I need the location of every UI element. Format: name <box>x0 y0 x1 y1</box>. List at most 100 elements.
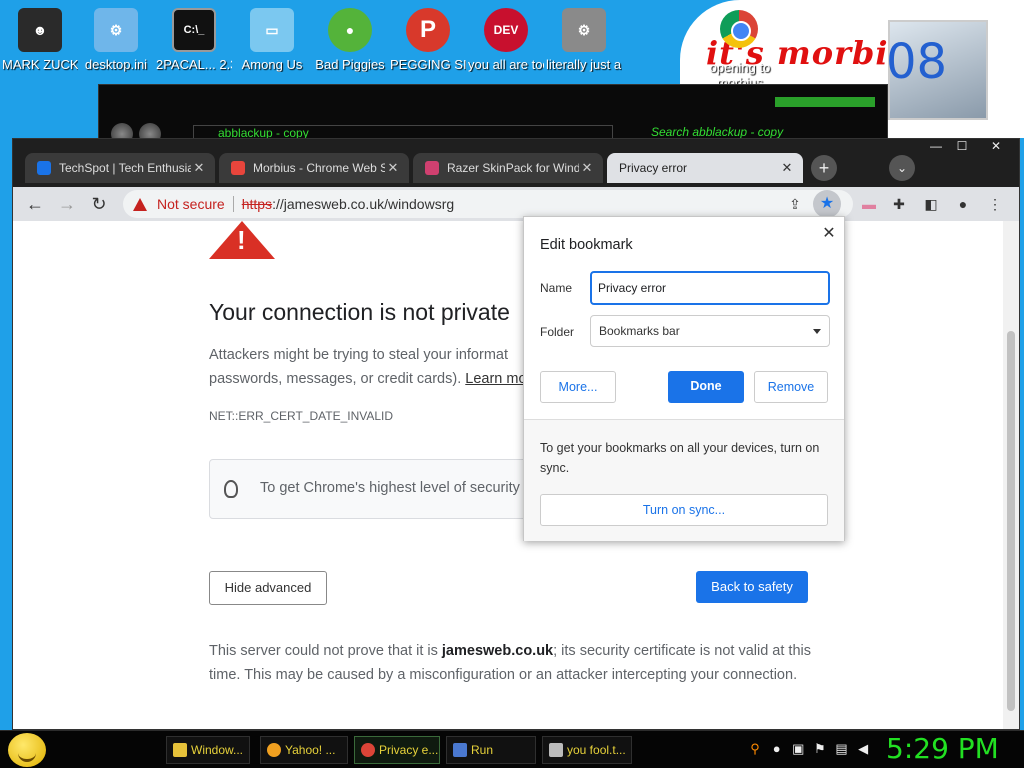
menu-kebab-icon[interactable]: ⋮ <box>985 194 1005 214</box>
desktop-icon-label: literally just a fork bo... <box>546 58 622 72</box>
taskbar-item-window[interactable]: Window... <box>166 736 250 764</box>
chrome-shortcut-icon[interactable] <box>720 10 758 48</box>
side-panel-icon[interactable]: ◧ <box>921 194 941 214</box>
done-button[interactable]: Done <box>668 371 744 403</box>
extensions-puzzle-icon[interactable]: ✚ <box>889 194 909 214</box>
security-tip-box: To get Chrome's highest level of securit… <box>209 459 539 519</box>
minimize-button[interactable]: — <box>923 139 949 155</box>
taskbar-item-run[interactable]: Run <box>446 736 536 764</box>
start-button-smiley-icon[interactable] <box>8 733 46 767</box>
notepad-icon <box>549 743 563 757</box>
desktop-icon-label: MARK ZUCKER... <box>2 58 78 72</box>
desktop-icon-among-us[interactable]: ▭ Among Us <box>234 8 310 72</box>
new-tab-button[interactable]: + <box>811 155 837 181</box>
address-bar[interactable]: Not secure https ://jamesweb.co.uk/windo… <box>123 190 853 218</box>
taskbar-item-label: you fool.t... <box>567 743 626 757</box>
taskbar: Window... Yahoo! ... Privacy e... Run yo… <box>0 730 1024 768</box>
close-tab-icon[interactable]: ✕ <box>579 160 595 176</box>
devcpp-icon: DEV <box>484 8 528 52</box>
share-icon[interactable]: ⇪ <box>785 194 805 214</box>
remove-button[interactable]: Remove <box>754 371 828 403</box>
forward-button[interactable]: → <box>55 192 79 216</box>
tab-techspot[interactable]: TechSpot | Tech Enthusiast ✕ <box>25 153 215 183</box>
desktop-icon-pegging-simulat[interactable]: P PEGGING SIMULAT... <box>390 8 466 72</box>
close-window-button[interactable]: ✕ <box>983 139 1009 155</box>
learn-more-link[interactable]: Learn mo <box>465 371 526 387</box>
network-icon[interactable]: ▣ <box>789 741 807 757</box>
hide-advanced-button[interactable]: Hide advanced <box>209 571 327 605</box>
lightbulb-icon <box>224 480 238 498</box>
folder-icon <box>173 743 187 757</box>
page-scrollbar[interactable] <box>1003 221 1019 729</box>
flag-icon[interactable]: ⚑ <box>811 741 829 757</box>
close-icon[interactable]: ✕ <box>818 223 840 245</box>
reload-button[interactable]: ↻ <box>87 192 111 216</box>
folder-icon: ▭ <box>250 8 294 52</box>
tab-razer-skinpack[interactable]: Razer SkinPack for Windows ✕ <box>413 153 603 183</box>
danger-warning-icon <box>209 221 275 259</box>
warning-icon <box>133 197 147 211</box>
tab-search-button[interactable]: ⌄ <box>889 155 915 181</box>
more-button[interactable]: More... <box>540 371 616 403</box>
back-button[interactable]: ← <box>23 192 47 216</box>
profile-avatar-icon[interactable]: ● <box>953 194 973 214</box>
tab-morbius[interactable]: Morbius - Chrome Web Store ✕ <box>219 153 409 183</box>
taskbar-clock[interactable]: 5:29 PM <box>886 732 999 765</box>
taskbar-item-label: Window... <box>191 743 244 757</box>
volume-icon[interactable]: ◀ <box>854 741 872 757</box>
url-scheme: https <box>241 196 273 212</box>
tab-privacy-error[interactable]: Privacy error ✕ <box>607 153 803 183</box>
omnibox-divider <box>232 196 234 212</box>
desktop-icon-you-all-are[interactable]: DEV you all are too stupid... <box>468 8 544 72</box>
close-tab-icon[interactable]: ✕ <box>779 160 795 176</box>
poster-digits: 08 <box>886 34 948 90</box>
skinpack-icon <box>425 161 439 175</box>
system-tray: ⚲ ● ▣ ⚑ ▤ ◀ <box>746 741 872 757</box>
error-code: NET::ERR_CERT_DATE_INVALID <box>209 409 394 423</box>
desktop-icon-bad-piggies[interactable]: ● Bad Piggies <box>312 8 388 72</box>
tab-title: Morbius - Chrome Web Store <box>253 161 385 175</box>
edit-bookmark-dialog: Edit bookmark ✕ Name Folder Bookmarks ba… <box>523 216 845 541</box>
messenger-icon[interactable]: ● <box>768 741 786 756</box>
warning-line-1: Attackers might be trying to steal your … <box>209 347 508 363</box>
taskbar-item-yahoo[interactable]: Yahoo! ... <box>260 736 348 764</box>
taskbar-item-you-fool[interactable]: you fool.t... <box>542 736 632 764</box>
page-title: Your connection is not private <box>209 299 510 325</box>
bookmark-name-input[interactable] <box>590 271 830 305</box>
desktop-icon-label: Among Us <box>241 58 303 72</box>
desktop-icon-label: you all are too stupid... <box>468 58 544 72</box>
run-icon <box>453 743 467 757</box>
desktop-icon-label: 2PACAL... 2.3.exe <box>156 58 232 72</box>
extension-flag-icon[interactable]: ▬ <box>859 194 879 214</box>
folder-select[interactable]: Bookmarks bar <box>590 315 830 347</box>
sync-promo-text: To get your bookmarks on all your device… <box>540 441 820 475</box>
folder-select-value: Bookmarks bar <box>599 324 680 338</box>
close-tab-icon[interactable]: ✕ <box>385 160 401 176</box>
desktop-icon-label: Bad Piggies <box>315 58 385 72</box>
tab-strip: — ☐ ✕ TechSpot | Tech Enthusiast ✕ Morbi… <box>13 139 1019 187</box>
taskbar-item-privacy-error[interactable]: Privacy e... <box>354 736 440 764</box>
taskbar-item-label: Yahoo! ... <box>285 743 336 757</box>
turn-on-sync-button[interactable]: Turn on sync... <box>540 494 828 526</box>
bookmark-star-icon[interactable]: ★ <box>813 190 841 218</box>
taskbar-item-label: Privacy e... <box>379 743 439 757</box>
explorer-window: abblackup - copy Search abblackup - copy <box>98 84 888 145</box>
desktop-icon-mark-zucker[interactable]: ☻ MARK ZUCKER... <box>2 8 78 72</box>
desktop-icon-fork-bomb[interactable]: ⚙ literally just a fork bo... <box>546 8 622 72</box>
warning-paragraph: Attackers might be trying to steal your … <box>209 343 529 391</box>
tab-title: Razer SkinPack for Windows <box>447 161 579 175</box>
close-tab-icon[interactable]: ✕ <box>191 160 207 176</box>
desktop-icon-2pacal[interactable]: C:\_ 2PACAL... 2.3.exe <box>156 8 232 72</box>
desktop-icon-desktop-ini[interactable]: ⚙ desktop.ini <box>78 8 154 72</box>
maximize-button[interactable]: ☐ <box>949 139 975 155</box>
back-to-safety-button[interactable]: Back to safety <box>696 571 808 603</box>
detail-text-pre: This server could not prove that it is <box>209 643 442 659</box>
not-secure-label[interactable]: Not secure <box>157 196 225 212</box>
sync-promo: To get your bookmarks on all your device… <box>524 419 844 541</box>
scrollbar-thumb[interactable] <box>1007 331 1015 711</box>
security-tip-text: To get Chrome's highest level of securit… <box>260 480 520 496</box>
p-app-icon: P <box>406 8 450 52</box>
monitor-icon[interactable]: ▤ <box>833 741 851 757</box>
name-label: Name <box>540 281 573 295</box>
search-icon[interactable]: ⚲ <box>746 741 764 757</box>
